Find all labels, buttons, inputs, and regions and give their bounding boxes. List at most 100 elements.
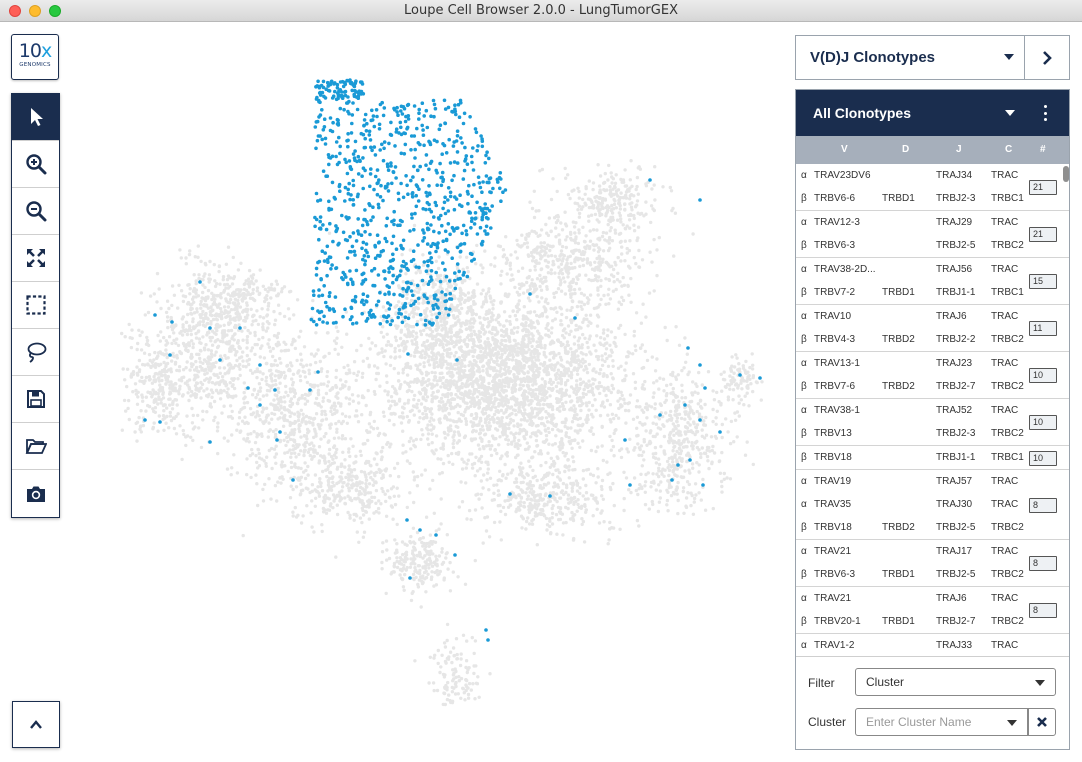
chain-cell: α <box>801 217 807 228</box>
v-gene-cell: TRBV4-3 <box>814 334 856 345</box>
chevron-right-icon <box>1043 50 1052 65</box>
clonotype-chain-line: α TRAV19 TRAJ57 TRAC <box>796 470 1069 493</box>
v-gene-cell: TRBV6-3 <box>814 240 856 251</box>
10x-genomics-logo[interactable]: 10x GENOMICS <box>11 34 59 80</box>
logo-sub-text: GENOMICS <box>19 62 51 68</box>
cluster-input-placeholder: Enter Cluster Name <box>866 715 972 729</box>
c-gene-cell: TRAC <box>991 499 1019 510</box>
c-gene-cell: TRAC <box>991 311 1019 322</box>
clonotype-count-badge: 8 <box>1029 556 1057 571</box>
clonotype-row[interactable]: α TRAV21 TRAJ17 TRAC β TRBV6-3 TRBD1 TRBJ2-5 TRB… <box>796 540 1069 587</box>
chain-cell: β <box>801 569 807 580</box>
lasso-tool[interactable] <box>12 329 59 376</box>
chain-cell: α <box>801 476 807 487</box>
caret-down-icon[interactable] <box>1005 110 1015 116</box>
v-gene-cell: TRBV18 <box>814 522 852 533</box>
c-gene-cell: TRAC <box>991 546 1019 557</box>
d-gene-cell: TRBD1 <box>882 287 915 298</box>
logo-accent-text: x <box>40 40 52 62</box>
rectangle-select-tool[interactable] <box>12 282 59 329</box>
tool-palette <box>11 93 60 518</box>
chain-cell: β <box>801 522 807 533</box>
clonotype-panel-title: All Clonotypes <box>813 105 912 121</box>
d-gene-cell: TRBD2 <box>882 522 915 533</box>
chain-cell: β <box>801 334 807 345</box>
open-tool[interactable] <box>12 423 59 470</box>
c-gene-cell: TRAC <box>991 217 1019 228</box>
select-pointer-tool[interactable] <box>12 94 59 141</box>
c-gene-cell: TRBC2 <box>991 522 1024 533</box>
save-tool[interactable] <box>12 376 59 423</box>
fit-view-tool[interactable] <box>12 235 59 282</box>
clonotype-row[interactable]: α TRAV38-2D... TRAJ56 TRAC β TRBV7-2 TRBD1 TRBJ… <box>796 258 1069 305</box>
clonotype-row[interactable]: α TRAV1-2 TRAJ33 TRAC <box>796 634 1069 656</box>
j-gene-cell: TRAJ6 <box>936 593 967 604</box>
open-folder-icon <box>25 439 47 454</box>
j-gene-cell: TRAJ6 <box>936 311 967 322</box>
chain-cell: α <box>801 264 807 275</box>
v-gene-cell: TRAV13-1 <box>814 358 860 369</box>
col-count[interactable]: # <box>1040 144 1046 155</box>
j-gene-cell: TRAJ56 <box>936 264 973 275</box>
clonotype-row[interactable]: α TRAV21 TRAJ6 TRAC β TRBV20-1 TRBD1 TRBJ2-7 TRB… <box>796 587 1069 634</box>
zoom-in-tool[interactable] <box>12 141 59 188</box>
cluster-name-input[interactable]: Enter Cluster Name <box>855 708 1028 736</box>
clonotype-count-badge: 10 <box>1029 415 1057 430</box>
kebab-menu-icon[interactable] <box>1042 105 1048 121</box>
col-c[interactable]: C <box>1005 144 1012 155</box>
window-title: Loupe Cell Browser 2.0.0 - LungTumorGEX <box>404 3 678 18</box>
cluster-label: Cluster <box>808 715 847 729</box>
j-gene-cell: TRBJ2-5 <box>936 569 976 580</box>
j-gene-cell: TRBJ1-1 <box>936 287 976 298</box>
chain-cell: β <box>801 240 807 251</box>
clonotype-count-badge: 11 <box>1029 321 1057 336</box>
filter-type-dropdown[interactable]: Cluster <box>855 668 1056 696</box>
clonotype-row[interactable]: α TRAV13-1 TRAJ23 TRAC β TRBV7-6 TRBD2 TRBJ2-7 T… <box>796 352 1069 399</box>
c-gene-cell: TRBC1 <box>991 452 1024 463</box>
v-gene-cell: TRAV35 <box>814 499 852 510</box>
caret-down-icon <box>1004 54 1014 60</box>
vdj-clonotypes-dropdown[interactable]: V(D)J Clonotypes <box>795 35 1024 80</box>
c-gene-cell: TRAC <box>991 476 1019 487</box>
clonotype-panel: All Clonotypes V D J C # α TRAV23DV6 TRAJ3… <box>795 89 1070 750</box>
col-d[interactable]: D <box>902 144 909 155</box>
clonotype-column-header: V D J C # <box>796 136 1069 164</box>
v-gene-cell: TRAV1-2 <box>814 640 855 651</box>
v-gene-cell: TRBV7-6 <box>814 381 856 392</box>
clonotype-row[interactable]: α TRAV23DV6 TRAJ34 TRAC β TRBV6-6 TRBD1 TRBJ2-3… <box>796 164 1069 211</box>
clonotype-count-badge: 10 <box>1029 451 1057 466</box>
d-gene-cell: TRBD1 <box>882 569 915 580</box>
j-gene-cell: TRAJ23 <box>936 358 973 369</box>
c-gene-cell: TRAC <box>991 170 1019 181</box>
j-gene-cell: TRAJ52 <box>936 405 973 416</box>
screenshot-tool[interactable] <box>12 470 59 517</box>
clonotype-scrollbar-thumb[interactable] <box>1063 166 1069 182</box>
zoom-out-tool[interactable] <box>12 188 59 235</box>
lasso-icon <box>27 342 46 363</box>
expand-up-button[interactable] <box>12 701 60 748</box>
tsne-scatter-plot[interactable] <box>100 60 780 710</box>
zoom-in-icon <box>25 154 46 175</box>
col-j[interactable]: J <box>956 144 962 155</box>
clonotype-row[interactable]: α TRAV12-3 TRAJ29 TRAC β TRBV6-3 TRBJ2-5 TRBC2 2… <box>796 211 1069 258</box>
clear-cluster-button[interactable] <box>1028 708 1056 736</box>
clonotype-row[interactable]: β TRBV18 TRBJ1-1 TRBC1 10 <box>796 446 1069 470</box>
clonotype-row[interactable]: α TRAV10 TRAJ6 TRAC β TRBV4-3 TRBD2 TRBJ2-2 TRBC… <box>796 305 1069 352</box>
vdj-next-button[interactable] <box>1024 35 1070 80</box>
chain-cell: β <box>801 428 807 439</box>
clonotype-row[interactable]: α TRAV38-1 TRAJ52 TRAC β TRBV13 TRBJ2-3 TRBC2 10 <box>796 399 1069 446</box>
j-gene-cell: TRAJ17 <box>936 546 973 557</box>
caret-down-icon[interactable] <box>1007 720 1017 726</box>
c-gene-cell: TRBC2 <box>991 240 1024 251</box>
filter-footer: Filter Cluster Cluster Enter Cluster Nam… <box>796 656 1069 749</box>
clonotype-scrollbar-track[interactable] <box>1063 164 1069 656</box>
c-gene-cell: TRAC <box>991 640 1019 651</box>
col-v[interactable]: V <box>841 144 848 155</box>
clonotype-panel-header[interactable]: All Clonotypes <box>796 90 1069 136</box>
clonotype-row[interactable]: α TRAV19 TRAJ57 TRAC α TRAV35 TRAJ30 TRAC β TRBV1… <box>796 470 1069 540</box>
v-gene-cell: TRAV10 <box>814 311 852 322</box>
c-gene-cell: TRBC2 <box>991 381 1024 392</box>
camera-icon <box>26 486 45 502</box>
clonotype-list[interactable]: α TRAV23DV6 TRAJ34 TRAC β TRBV6-6 TRBD1 TRBJ2-3… <box>796 164 1069 656</box>
v-gene-cell: TRAV12-3 <box>814 217 860 228</box>
